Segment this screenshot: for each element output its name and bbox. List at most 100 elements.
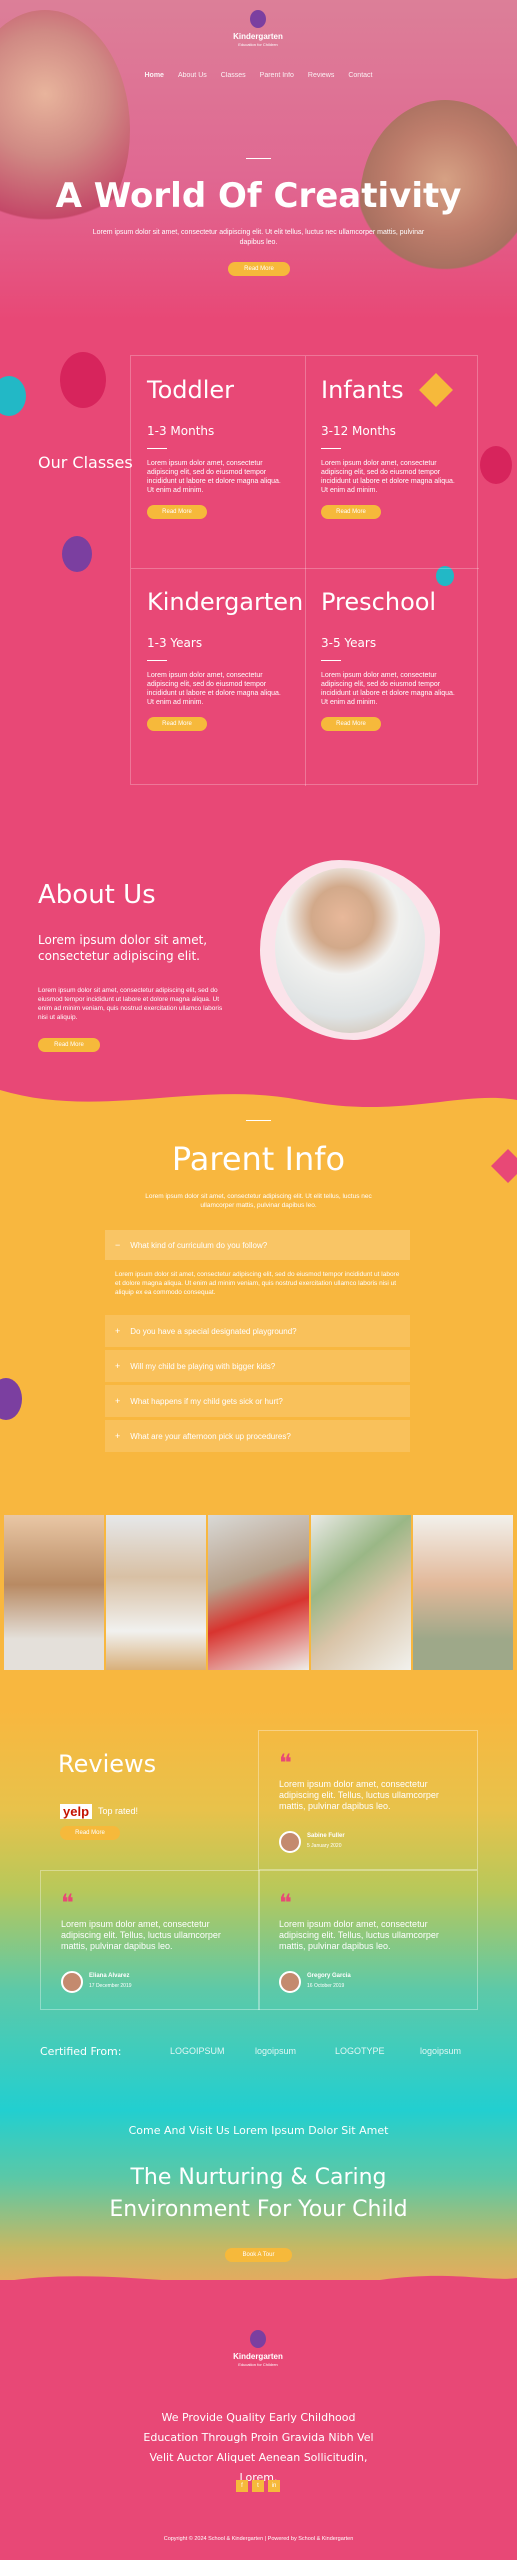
class-card-preschool: Preschool 3-5 Years Lorem ipsum dolor am… xyxy=(305,568,479,780)
class-age: 1-3 Years xyxy=(147,636,203,650)
review-date: 5 January 2020 xyxy=(307,1843,342,1849)
faq-question: What happens if my child gets sick or hu… xyxy=(130,1396,283,1406)
reviewer-name: Sabine Fuller xyxy=(307,1833,345,1839)
reviewer-name: Gregory Garcia xyxy=(307,1973,351,1979)
certified-logo: LOGOIPSUM xyxy=(170,2046,225,2056)
class-card-infants: Infants 3-12 Months Lorem ipsum dolor am… xyxy=(305,356,479,568)
class-text: Lorem ipsum dolor amet, consectetur adip… xyxy=(147,672,281,706)
minus-icon: − xyxy=(115,1240,121,1250)
review-text: Lorem ipsum dolor amet, consectetur adip… xyxy=(279,1779,439,1811)
balloon-purple-icon xyxy=(0,1378,22,1420)
gallery-photo[interactable] xyxy=(106,1515,207,1670)
hero-section: Kindergarten Education for Children Home… xyxy=(0,0,517,320)
class-text: Lorem ipsum dolor amet, consectetur adip… xyxy=(147,460,281,494)
class-card-toddler: Toddler 1-3 Months Lorem ipsum dolor ame… xyxy=(131,356,305,568)
quote-icon: ❝ xyxy=(279,1889,292,1917)
yelp-logo: yelp xyxy=(60,1804,93,1819)
classes-section: Our Classes Toddler 1-3 Months Lorem ips… xyxy=(0,320,517,820)
quote-icon: ❝ xyxy=(61,1889,74,1917)
balloon-pink-right-icon xyxy=(480,446,512,484)
classes-heading: Our Classes xyxy=(38,453,133,472)
class-text: Lorem ipsum dolor amet, consectetur adip… xyxy=(321,460,455,494)
faq-question: What kind of curriculum do you follow? xyxy=(130,1240,268,1250)
about-title: About Us xyxy=(38,880,156,910)
logo-balloon-icon xyxy=(250,10,266,28)
faq-item[interactable]: + Will my child be playing with bigger k… xyxy=(105,1350,410,1382)
class-read-more-button[interactable]: Read More xyxy=(321,505,381,519)
faq-item-open[interactable]: − What kind of curriculum do you follow? xyxy=(105,1230,410,1260)
about-text: Lorem ipsum dolor sit amet, consectetur … xyxy=(38,987,223,1021)
faq-item[interactable]: + What are your afternoon pick up proced… xyxy=(105,1420,410,1452)
social-icons: f t in xyxy=(236,2480,280,2492)
class-name: Infants xyxy=(321,376,404,404)
nav-contact[interactable]: Contact xyxy=(348,72,372,79)
gallery-photo[interactable] xyxy=(310,1515,411,1670)
faq-question: Do you have a special designated playgro… xyxy=(130,1326,297,1336)
faq-answer: Lorem ipsum dolor sit amet, consectetur … xyxy=(115,1271,400,1296)
twitter-icon[interactable]: t xyxy=(252,2480,264,2492)
certified-logo: LOGOTYPE xyxy=(335,2046,385,2056)
class-text: Lorem ipsum dolor amet, consectetur adip… xyxy=(321,672,455,706)
parent-text: Lorem ipsum dolor sit amet, consectetur … xyxy=(145,1193,372,1209)
balloon-pink-icon xyxy=(60,352,106,408)
logo-balloon-icon xyxy=(250,2330,266,2348)
about-section: About Us Lorem ipsum dolor sit amet, con… xyxy=(0,820,517,1110)
certified-logo: logoipsum xyxy=(420,2046,462,2056)
footer: Kindergarten Education for Children We P… xyxy=(0,2280,517,2560)
review-card: ❝ Lorem ipsum dolor amet, consectetur ad… xyxy=(258,1730,478,1870)
logo-tagline: Education for Children xyxy=(238,42,278,47)
about-subtitle: Lorem ipsum dolor sit amet, consectetur … xyxy=(38,933,208,963)
avatar xyxy=(61,1971,83,1993)
copyright: Copyright © 2024 School & Kindergarten |… xyxy=(163,2536,354,2542)
faq-question: Will my child be playing with bigger kid… xyxy=(130,1361,276,1371)
review-text: Lorem ipsum dolor amet, consectetur adip… xyxy=(61,1919,221,1951)
balloon-teal-icon xyxy=(0,376,26,416)
linkedin-icon[interactable]: in xyxy=(268,2480,280,2492)
hero-title: A World Of Creativity xyxy=(55,176,462,216)
class-age: 3-12 Months xyxy=(321,424,396,438)
footer-logo[interactable]: Kindergarten Education for Children xyxy=(228,2330,288,2376)
balloon-purple-icon xyxy=(62,536,92,572)
faq-item[interactable]: + Do you have a special designated playg… xyxy=(105,1315,410,1347)
class-card-kindergarten: Kindergarten 1-3 Years Lorem ipsum dolor… xyxy=(131,568,305,780)
certified-logo: logoipsum xyxy=(255,2046,297,2056)
nav-parent-info[interactable]: Parent Info xyxy=(260,72,294,79)
class-read-more-button[interactable]: Read More xyxy=(147,505,207,519)
plus-icon: + xyxy=(115,1326,121,1336)
photo-gallery xyxy=(4,1515,514,1670)
nav-about[interactable]: About Us xyxy=(178,72,207,79)
hero-text: Lorem ipsum dolor sit amet, consectetur … xyxy=(92,229,425,246)
gallery-photo[interactable] xyxy=(208,1515,309,1670)
facebook-icon[interactable]: f xyxy=(236,2480,248,2492)
main-nav: Home About Us Classes Parent Info Review… xyxy=(0,72,517,79)
logo[interactable]: Kindergarten Education for Children xyxy=(232,10,284,58)
cta-small: Come And Visit Us Lorem Ipsum Dolor Sit … xyxy=(128,2124,389,2137)
class-read-more-button[interactable]: Read More xyxy=(147,717,207,731)
reviewer-name: Eliana Alvarez xyxy=(89,1973,130,1979)
cta-heading: The Nurturing & Caring Environment For Y… xyxy=(109,2165,408,2222)
nav-classes[interactable]: Classes xyxy=(221,72,246,79)
gallery-photo[interactable] xyxy=(4,1515,105,1670)
avatar xyxy=(279,1831,301,1853)
quote-icon: ❝ xyxy=(279,1749,292,1777)
about-read-more-button[interactable]: Read More xyxy=(38,1038,100,1052)
class-name: Toddler xyxy=(147,376,235,404)
logo-tagline: Education for Children xyxy=(238,2362,278,2367)
reviews-read-more-button[interactable]: Read More xyxy=(60,1826,120,1840)
nav-reviews[interactable]: Reviews xyxy=(308,72,334,79)
parent-divider xyxy=(246,1120,271,1121)
top-rated-label: Top rated! xyxy=(98,1806,139,1816)
logo-name: Kindergarten xyxy=(233,32,283,41)
plus-icon: + xyxy=(115,1396,121,1406)
nav-home[interactable]: Home xyxy=(145,72,164,79)
review-date: 16 October 2019 xyxy=(307,1983,345,1989)
faq-item[interactable]: + What happens if my child gets sick or … xyxy=(105,1385,410,1417)
logo-name: Kindergarten xyxy=(233,2352,283,2361)
reviews-title: Reviews xyxy=(58,1750,157,1778)
class-read-more-button[interactable]: Read More xyxy=(321,717,381,731)
classes-grid: Toddler 1-3 Months Lorem ipsum dolor ame… xyxy=(130,355,479,786)
book-tour-button[interactable]: Book A Tour xyxy=(225,2248,292,2262)
gallery-photo[interactable] xyxy=(412,1515,514,1670)
review-text: Lorem ipsum dolor amet, consectetur adip… xyxy=(279,1919,439,1951)
hero-read-more-button[interactable]: Read More xyxy=(228,262,290,276)
